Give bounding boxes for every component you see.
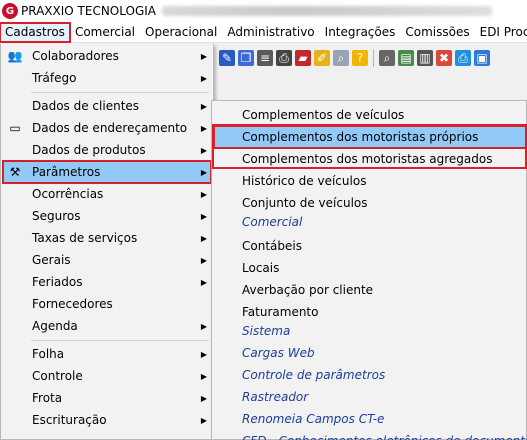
menu-item-parametros[interactable]: ⚒ Parâmetros ▶ bbox=[2, 160, 212, 184]
menu-item-label: Parâmetros bbox=[32, 165, 101, 179]
menu-item-label: Agenda bbox=[32, 319, 78, 333]
document-icon[interactable]: ▤ bbox=[398, 50, 414, 66]
truck-icon[interactable]: ▰ bbox=[295, 50, 311, 66]
printer-icon[interactable]: ⎙ bbox=[455, 50, 471, 66]
address-card-icon: ▭ bbox=[9, 121, 21, 135]
submenu-group-cargas-web[interactable]: Cargas Web bbox=[214, 342, 526, 364]
edit-icon[interactable]: ✎ bbox=[219, 50, 235, 66]
submenu-group-rastreador[interactable]: Rastreador bbox=[214, 386, 526, 408]
menu-operacional[interactable]: Operacional bbox=[140, 23, 222, 42]
submenu-arrow-icon: ▶ bbox=[200, 393, 208, 403]
menu-item-gerais[interactable]: Gerais ▶ bbox=[3, 249, 211, 271]
title-bar: G PRAXXIO TECNOLOGIA bbox=[0, 0, 527, 22]
menu-administrativo[interactable]: Administrativo bbox=[222, 23, 319, 42]
submenu-arrow-icon: ▶ bbox=[200, 255, 208, 265]
submenu-arrow-icon: ▶ bbox=[200, 51, 208, 61]
users-icon: 👥 bbox=[7, 49, 23, 63]
menu-item-label: Dados de endereçamento bbox=[32, 121, 188, 135]
menu-item-folha[interactable]: Folha ▶ bbox=[3, 343, 211, 365]
copy-icon[interactable]: ❐ bbox=[238, 50, 254, 66]
submenu-arrow-icon: ▶ bbox=[200, 371, 208, 381]
menu-edi-proceda[interactable]: EDI Proceda bbox=[475, 23, 527, 42]
help-icon[interactable]: ? bbox=[352, 50, 368, 66]
submenu-arrow-icon: ▶ bbox=[200, 189, 208, 199]
menu-item-dados-clientes[interactable]: Dados de clientes ▶ bbox=[3, 95, 211, 117]
submenu-arrow-icon: ▶ bbox=[200, 123, 208, 133]
list-icon[interactable]: ≡ bbox=[257, 50, 273, 66]
menu-item-trafego[interactable]: Tráfego ▶ bbox=[3, 67, 211, 89]
menu-comercial[interactable]: Comercial bbox=[70, 23, 140, 42]
submenu-arrow-icon: ▶ bbox=[200, 145, 208, 155]
menu-item-label: Gerais bbox=[32, 253, 71, 267]
menu-item-frota[interactable]: Frota ▶ bbox=[3, 387, 211, 409]
menu-item-label: Dados de clientes bbox=[32, 99, 140, 113]
submenu-arrow-icon: ▶ bbox=[200, 167, 208, 177]
submenu-arrow-icon: ▶ bbox=[200, 415, 208, 425]
settings-tools-icon: ⚒ bbox=[9, 165, 21, 179]
save-icon[interactable]: ▣ bbox=[474, 50, 490, 66]
menu-item-label: Frota bbox=[32, 391, 63, 405]
menu-comissoes[interactable]: Comissões bbox=[400, 23, 474, 42]
menu-item-label: Colaboradores bbox=[32, 49, 119, 63]
menu-item-feriados[interactable]: Feriados ▶ bbox=[3, 271, 211, 293]
preview-icon[interactable]: ⌕ bbox=[379, 50, 395, 66]
menu-item-controle[interactable]: Controle ▶ bbox=[3, 365, 211, 387]
submenu-item-locais[interactable]: Locais bbox=[214, 257, 526, 279]
menu-item-label: Tráfego bbox=[32, 71, 77, 85]
menu-item-label: Escrituração bbox=[32, 413, 107, 427]
menu-item-seguros[interactable]: Seguros ▶ bbox=[3, 205, 211, 227]
submenu-item-contabeis[interactable]: Contábeis bbox=[214, 235, 526, 257]
menu-separator bbox=[31, 92, 209, 93]
menu-item-taxas-servicos[interactable]: Taxas de serviços ▶ bbox=[3, 227, 211, 249]
submenu-arrow-icon: ▶ bbox=[200, 101, 208, 111]
menu-bar: Cadastros Comercial Operacional Administ… bbox=[0, 21, 527, 43]
menu-item-label: Controle bbox=[32, 369, 83, 383]
submenu-item-historico-veiculos[interactable]: Histórico de veículos bbox=[214, 170, 526, 192]
menu-item-fornecedores[interactable]: Fornecedores bbox=[3, 293, 211, 315]
menu-item-label: Folha bbox=[32, 347, 65, 361]
submenu-group-sistema[interactable]: Sistema bbox=[214, 320, 526, 342]
menu-separator bbox=[31, 340, 209, 341]
menu-item-label: Feriados bbox=[32, 275, 83, 289]
submenu-arrow-icon: ▶ bbox=[200, 233, 208, 243]
submenu-group-cfd[interactable]: CFD - Conhecimentos eletrônicos de docum… bbox=[214, 430, 527, 440]
edit-pencil-icon[interactable]: ✐ bbox=[314, 50, 330, 66]
redacted-title-area bbox=[162, 6, 492, 16]
menu-item-label: Taxas de serviços bbox=[32, 231, 138, 245]
menu-integracoes[interactable]: Integrações bbox=[320, 23, 401, 42]
delete-doc-icon[interactable]: ✖ bbox=[436, 50, 452, 66]
submenu-group-controle-parametros[interactable]: Controle de parâmetros bbox=[214, 364, 526, 386]
report-icon[interactable]: ▥ bbox=[417, 50, 433, 66]
submenu-arrow-icon: ▶ bbox=[200, 73, 208, 83]
callout-highlight-box bbox=[212, 124, 527, 169]
app-title: PRAXXIO TECNOLOGIA bbox=[21, 4, 156, 18]
menu-item-dados-produtos[interactable]: Dados de produtos ▶ bbox=[3, 139, 211, 161]
cadastros-menu: 👥 Colaboradores ▶ Tráfego ▶ Dados de cli… bbox=[0, 44, 214, 440]
menu-item-label: Dados de produtos bbox=[32, 143, 146, 157]
submenu-arrow-icon: ▶ bbox=[200, 277, 208, 287]
menu-item-escrituracao[interactable]: Escrituração ▶ bbox=[3, 409, 211, 431]
menu-item-ocorrencias[interactable]: Ocorrências ▶ bbox=[3, 183, 211, 205]
submenu-group-renomeia-campos-cte[interactable]: Renomeia Campos CT-e bbox=[214, 408, 526, 430]
toolbar-separator bbox=[373, 49, 374, 67]
menu-item-label: Fornecedores bbox=[32, 297, 113, 311]
zoom-doc-icon[interactable]: ⌕ bbox=[333, 50, 349, 66]
toolbar: ✎ ❐ ≡ ⎙ ▰ ✐ ⌕ ? ⌕ ▤ ▥ ✖ ⎙ ▣ bbox=[215, 46, 527, 70]
menu-item-colaboradores[interactable]: 👥 Colaboradores ▶ bbox=[3, 45, 211, 67]
submenu-item-complementos-veiculos[interactable]: Complementos de veículos bbox=[214, 104, 526, 126]
menu-item-label: Ocorrências bbox=[32, 187, 104, 201]
menu-item-dados-enderecamento[interactable]: ▭ Dados de endereçamento ▶ bbox=[3, 117, 211, 139]
submenu-arrow-icon: ▶ bbox=[200, 321, 208, 331]
menu-item-label: Seguros bbox=[32, 209, 81, 223]
app-logo-icon: G bbox=[2, 3, 18, 19]
print-icon[interactable]: ⎙ bbox=[276, 50, 292, 66]
submenu-arrow-icon: ▶ bbox=[200, 349, 208, 359]
menu-cadastros[interactable]: Cadastros bbox=[0, 21, 71, 43]
menu-item-agenda[interactable]: Agenda ▶ bbox=[3, 315, 211, 337]
submenu-arrow-icon: ▶ bbox=[200, 211, 208, 221]
submenu-item-averbacao-cliente[interactable]: Averbação por cliente bbox=[214, 279, 526, 301]
submenu-group-comercial[interactable]: Comercial bbox=[214, 211, 526, 233]
